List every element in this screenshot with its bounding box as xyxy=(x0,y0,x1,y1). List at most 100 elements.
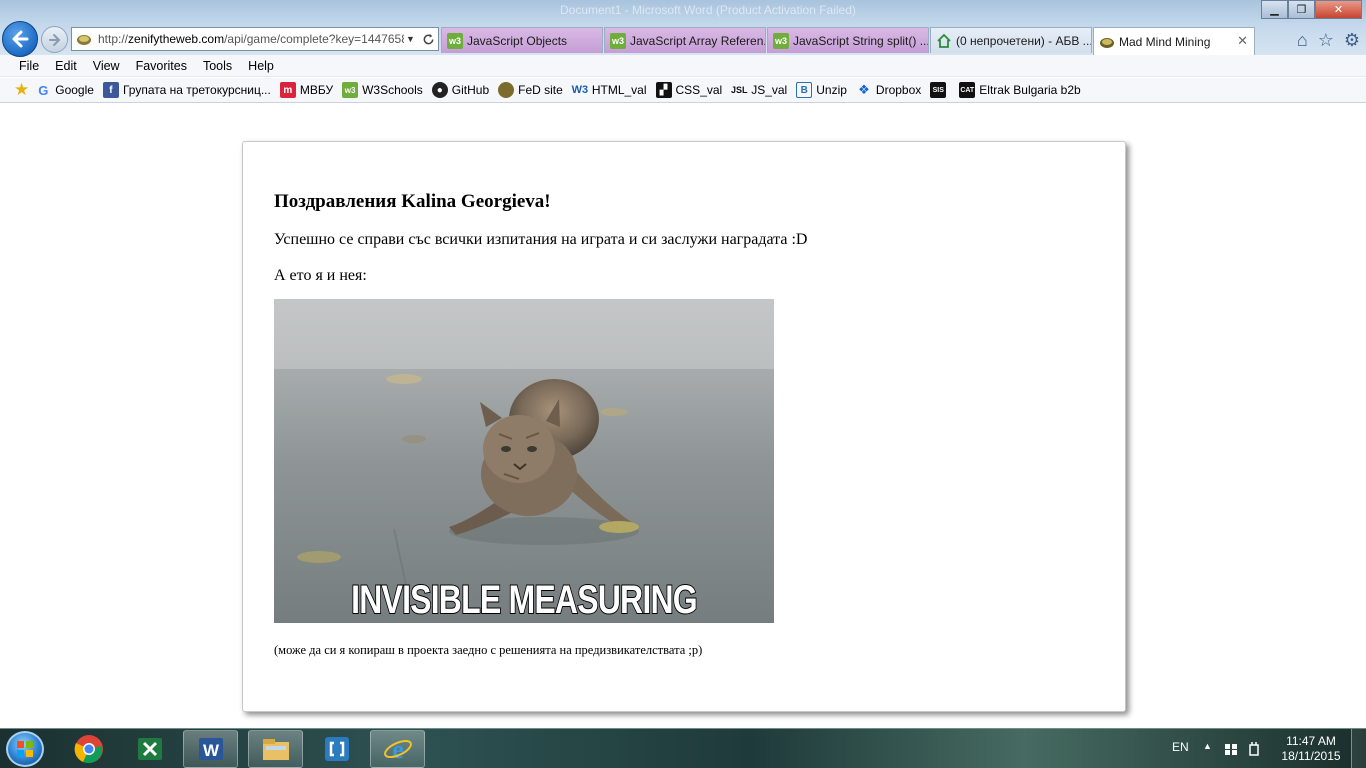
menu-help[interactable]: Help xyxy=(248,59,274,73)
refresh-icon[interactable] xyxy=(422,33,435,46)
favorites-bar: ★ G Google f Групата на третокурсниц... mМ… xyxy=(0,78,1366,103)
jsl-icon: JSL xyxy=(730,85,748,95)
taskbar-file-explorer[interactable] xyxy=(248,730,303,768)
favorite-google[interactable]: G Google xyxy=(35,82,94,98)
favorites-star-icon[interactable]: ☆ xyxy=(1318,30,1334,51)
clock-date: 18/11/2015 xyxy=(1281,749,1341,763)
w3schools-icon: w3 xyxy=(447,32,463,49)
w3schools-icon: w3 xyxy=(342,82,359,98)
tab-javascript-objects[interactable]: w3 JavaScript Objects xyxy=(441,27,603,53)
svg-text:W: W xyxy=(202,741,219,760)
address-dropdown-icon[interactable]: ▼ xyxy=(406,34,415,44)
taskbar-chrome[interactable] xyxy=(61,730,116,768)
css-icon: ▞ xyxy=(655,82,672,98)
close-window-button[interactable]: ✕ xyxy=(1315,0,1362,19)
w3schools-icon: w3 xyxy=(610,32,626,49)
tab-label: JavaScript String split() ... xyxy=(793,33,929,48)
window-controls: ▁ ❐ ✕ xyxy=(1261,0,1362,19)
favorite-unzip[interactable]: B Unzip xyxy=(796,82,847,98)
dropbox-icon: ❖ xyxy=(858,82,870,97)
maximize-button[interactable]: ❐ xyxy=(1288,0,1315,19)
menu-bar: File Edit View Favorites Tools Help xyxy=(0,55,1366,77)
tab-abv-mail[interactable]: (0 непрочетени) - АБВ ... xyxy=(930,27,1092,53)
favorite-fed-site[interactable]: FeD site xyxy=(498,82,563,98)
address-bar[interactable]: http://zenifytheweb.com/api/game/complet… xyxy=(71,27,439,51)
forward-button[interactable] xyxy=(41,26,68,53)
taskbar-brackets[interactable] xyxy=(309,730,364,768)
favorite-sis[interactable]: SIS xyxy=(930,82,950,98)
menu-edit[interactable]: Edit xyxy=(55,59,77,73)
home-icon xyxy=(937,33,951,48)
system-clock[interactable]: 11:47 AM 18/11/2015 xyxy=(1280,734,1342,764)
internet-explorer-icon: e xyxy=(383,735,412,764)
tab-label: (0 непрочетени) - АБВ ... xyxy=(956,33,1092,48)
language-indicator[interactable]: EN xyxy=(1172,740,1189,754)
favorite-eltrak[interactable]: CAT Eltrak Bulgaria b2b xyxy=(959,82,1081,98)
tab-label: JavaScript Objects xyxy=(467,33,568,48)
favorite-css-validator[interactable]: ▞ CSS_val xyxy=(655,82,722,98)
success-message: Успешно се справи със всички изпитания н… xyxy=(274,231,808,248)
clock-time: 11:47 AM xyxy=(1286,734,1336,748)
menu-view[interactable]: View xyxy=(93,59,120,73)
gear-icon[interactable]: ⚙ xyxy=(1344,30,1360,51)
congrats-card: Поздравления Kalina Georgieva! Успешно с… xyxy=(242,141,1126,712)
meme-caption: INVISIBLE MEASURING TAPE xyxy=(350,577,698,623)
w3c-icon: W3 xyxy=(571,84,589,96)
window-title: Document1 - Microsoft Word (Product Acti… xyxy=(560,3,856,17)
excel-icon xyxy=(137,738,162,760)
favorite-html-validator[interactable]: W3 HTML_val xyxy=(572,82,647,98)
facebook-icon: f xyxy=(102,82,119,98)
menu-tools[interactable]: Tools xyxy=(203,59,232,73)
eltrak-icon: CAT xyxy=(959,82,976,98)
word-icon: W xyxy=(198,738,223,760)
back-button[interactable] xyxy=(2,21,38,57)
file-explorer-icon xyxy=(262,739,289,760)
brackets-icon xyxy=(324,737,349,761)
close-tab-icon[interactable]: ✕ xyxy=(1237,33,1248,49)
favorite-mvbu[interactable]: m МВБУ xyxy=(279,82,333,98)
chrome-icon xyxy=(74,735,103,764)
action-center-flag-icon[interactable] xyxy=(1223,741,1239,757)
windows-logo-icon xyxy=(17,741,33,757)
favorite-dropbox[interactable]: ❖ Dropbox xyxy=(856,82,921,98)
cat-photo xyxy=(274,299,774,623)
copy-note: (може да си я копираш в проекта заедно с… xyxy=(274,643,703,657)
taskbar-excel[interactable] xyxy=(122,730,177,768)
taskbar-internet-explorer[interactable]: e xyxy=(370,730,425,768)
menu-favorites[interactable]: Favorites xyxy=(136,59,187,73)
google-icon: G xyxy=(38,82,49,98)
minimize-button[interactable]: ▁ xyxy=(1261,0,1288,19)
favorite-github[interactable]: ● GitHub xyxy=(431,82,489,98)
favorite-facebook-group[interactable]: f Групата на третокурсниц... xyxy=(102,82,271,98)
w3schools-icon: w3 xyxy=(773,32,789,49)
svg-text:e: e xyxy=(392,735,404,764)
tab-label: Mad Mind Mining xyxy=(1119,34,1211,49)
home-icon[interactable]: ⌂ xyxy=(1297,30,1308,51)
toolbar-right-icons: ⌂ ☆ ⚙ xyxy=(1297,30,1360,51)
reward-intro: А ето я и нея: xyxy=(274,267,367,284)
taskbar-word[interactable]: W xyxy=(183,730,238,768)
show-desktop-button[interactable] xyxy=(1351,729,1366,768)
reward-meme-image[interactable]: INVISIBLE MEASURING TAPE xyxy=(274,299,774,623)
github-icon: ● xyxy=(431,82,448,98)
tab-mad-mind-mining[interactable]: Mad Mind Mining ✕ xyxy=(1093,27,1255,55)
start-button[interactable] xyxy=(6,731,44,767)
congrats-heading: Поздравления Kalina Georgieva! xyxy=(274,191,551,212)
add-favorites-star-icon[interactable]: ★ xyxy=(14,80,29,100)
tab-label: JavaScript Array Referen... xyxy=(630,33,766,48)
tab-array-reference[interactable]: w3 JavaScript Array Referen... xyxy=(604,27,766,53)
site-favicon-icon xyxy=(77,35,91,45)
menu-file[interactable]: File xyxy=(19,59,39,73)
favorite-js-validator[interactable]: JSL JS_val xyxy=(731,82,787,98)
show-hidden-icons-icon[interactable]: ▲ xyxy=(1203,741,1212,751)
favorite-w3schools[interactable]: w3 W3Schools xyxy=(342,82,423,98)
power-plug-icon[interactable] xyxy=(1247,741,1261,757)
mining-icon xyxy=(1100,37,1114,48)
mining-icon xyxy=(498,82,515,98)
unzip-icon: B xyxy=(796,82,813,98)
mvbu-icon: m xyxy=(279,82,296,98)
tab-string-split[interactable]: w3 JavaScript String split() ... xyxy=(767,27,929,53)
browser-title-bar: Document1 - Microsoft Word (Product Acti… xyxy=(0,0,1366,57)
windows-taskbar: W e EN ▲ 11:47 AM 18/11/2015 xyxy=(0,728,1366,768)
address-url[interactable]: http://zenifytheweb.com/api/game/complet… xyxy=(98,32,404,46)
